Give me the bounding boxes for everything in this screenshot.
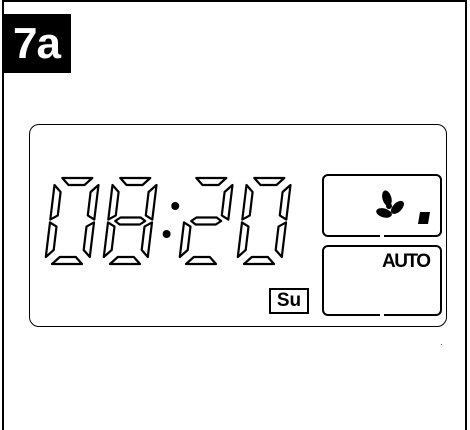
fan-speed-bar-icon [418,212,430,224]
mode-box-gap [380,313,384,318]
speck [441,344,442,345]
day-of-week-badge: Su [269,288,309,314]
mode-auto-label: AUTO [382,251,431,272]
